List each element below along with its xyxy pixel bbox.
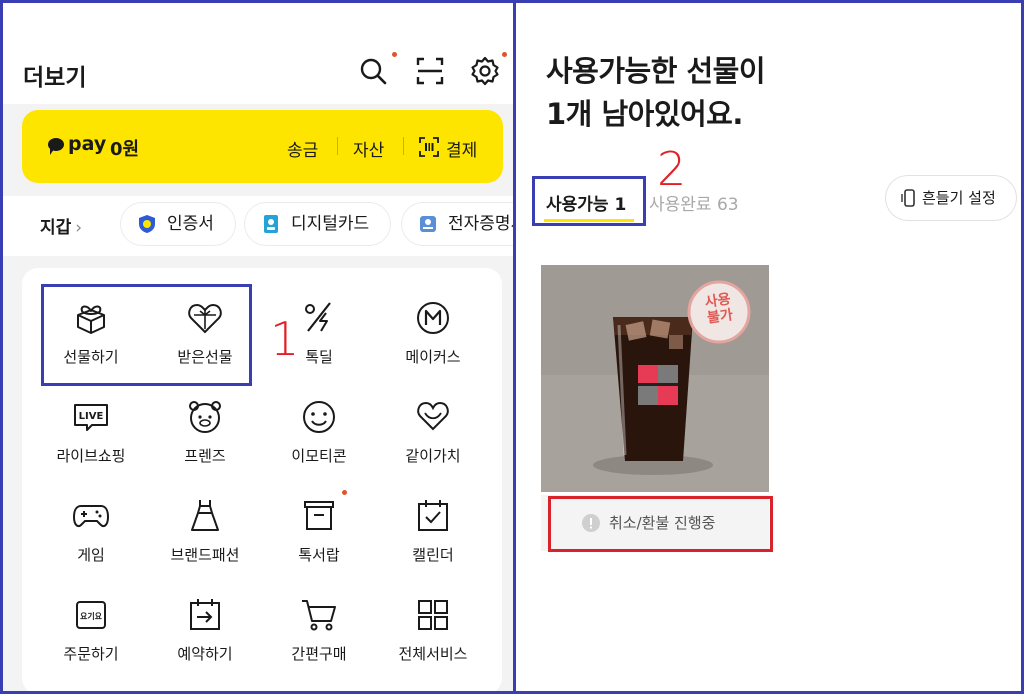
service-calendar[interactable]: 캘린더	[376, 497, 490, 587]
gift-box-panel: 사용가능한 선물이 1개 남아있어요. 사용가능 1 사용완료 63 2 흔들기…	[514, 0, 1024, 694]
service-live-shopping[interactable]: LIVE 라이브쇼핑	[34, 398, 148, 488]
pay-payment-button[interactable]: 결제	[446, 136, 477, 161]
services-grid: 선물하기 받은선물 톡딜 메이커스 LIVE 라이브쇼핑 프렌즈 이모티콘 같이…	[22, 268, 502, 694]
service-gift[interactable]: 선물하기	[34, 299, 148, 389]
calendar-icon	[418, 500, 448, 531]
search-new-dot	[392, 52, 397, 57]
service-easy-buy[interactable]: 간편구매	[262, 596, 376, 686]
talk-bubble-icon	[48, 138, 64, 155]
service-together-value[interactable]: 같이가치	[376, 398, 490, 488]
chip-e-certificate[interactable]: 전자증명서	[402, 203, 514, 245]
new-badge-dot	[342, 490, 347, 495]
shield-icon	[139, 215, 155, 233]
service-emoticon[interactable]: 이모티콘	[262, 398, 376, 488]
service-label: 주문하기	[63, 645, 119, 663]
wallet-label: 지갑	[40, 218, 72, 238]
chevron-right-icon: ›	[75, 218, 83, 238]
dress-icon	[191, 500, 219, 531]
gift-product-image[interactable]: 사용 불가	[541, 265, 769, 492]
service-label: 메이커스	[405, 348, 461, 366]
service-label: 브랜드패션	[170, 546, 240, 564]
pay-logo: pay	[48, 133, 106, 155]
tab-active-underline	[544, 219, 634, 222]
service-label: 게임	[77, 546, 105, 564]
service-talk-drawer[interactable]: 톡서랍	[262, 490, 376, 587]
svg-text:요기요: 요기요	[80, 611, 103, 621]
tab-available[interactable]: 사용가능 1	[546, 190, 626, 215]
settings-new-dot	[502, 52, 507, 57]
service-all-services[interactable]: 전체서비스	[376, 596, 490, 686]
smile-icon	[303, 401, 335, 433]
wallet-link[interactable]: 지갑 ›	[40, 213, 82, 238]
wallet-row: 지갑› 인증서 디지털카드 전자증명서	[0, 196, 514, 256]
service-received-gift[interactable]: 받은선물	[148, 299, 262, 389]
gamepad-icon	[72, 505, 110, 528]
grid-icon	[418, 600, 448, 630]
bear-icon	[189, 401, 221, 433]
service-friends[interactable]: 프렌즈	[148, 398, 262, 488]
headline-line-1: 사용가능한 선물이	[546, 54, 766, 88]
search-icon[interactable]	[357, 55, 389, 87]
annotation-number-1: 1	[270, 312, 300, 366]
gift-status-bar: 취소/환불 진행중	[541, 495, 769, 551]
pay-logo-text: pay	[68, 133, 107, 155]
gift-icon	[77, 305, 105, 334]
gear-icon[interactable]	[469, 55, 501, 87]
annotation-number-2: 2	[657, 142, 687, 196]
cart-icon	[302, 600, 336, 631]
service-label: 전체서비스	[398, 645, 468, 663]
drawer-icon	[304, 501, 334, 530]
pay-balance: 0원	[110, 139, 140, 160]
service-order[interactable]: 요기요 주문하기	[34, 596, 148, 686]
service-label: 예약하기	[177, 645, 233, 663]
id-card-icon	[264, 215, 278, 233]
more-panel: 더보기 pay 0원 송금 자산 결제 지갑 › 인증서 디지털카드 전자증명 …	[0, 0, 514, 694]
chip-certificate[interactable]: 인증서	[121, 203, 235, 245]
divider	[403, 137, 404, 155]
service-label: 이모티콘	[291, 447, 347, 465]
order-icon: 요기요	[76, 601, 106, 629]
kakaopay-banner[interactable]: pay 0원 송금 자산 결제	[22, 110, 503, 183]
more-header: 더보기	[0, 0, 514, 104]
makers-icon	[417, 302, 449, 334]
shake-setting-button[interactable]: 흔들기 설정	[886, 176, 1016, 220]
service-label: 받은선물	[177, 348, 233, 366]
service-label: 프렌즈	[184, 447, 226, 465]
gift-headline: 사용가능한 선물이 1개 남아있어요.	[546, 50, 766, 136]
service-label: 간편구매	[291, 645, 347, 663]
chip-label: 인증서	[167, 214, 214, 234]
live-icon: LIVE	[74, 404, 108, 431]
service-reserve[interactable]: 예약하기	[148, 596, 262, 686]
shake-setting-label: 흔들기 설정	[922, 189, 996, 207]
service-label: 같이가치	[405, 447, 461, 465]
chip-label: 전자증명서	[448, 214, 514, 234]
service-game[interactable]: 게임	[34, 497, 148, 587]
service-label: 톡서랍	[298, 546, 340, 564]
qr-scan-icon	[419, 137, 439, 157]
heart-icon	[417, 401, 449, 431]
service-label: 선물하기	[63, 348, 119, 366]
svg-text:LIVE: LIVE	[79, 411, 104, 422]
service-label: 캘린더	[412, 546, 454, 564]
scan-icon[interactable]	[414, 55, 446, 87]
service-makers[interactable]: 메이커스	[376, 299, 490, 389]
pay-transfer-button[interactable]: 송금	[287, 136, 318, 161]
chip-digital-card[interactable]: 디지털카드	[245, 203, 390, 245]
divider	[337, 137, 338, 155]
percent-icon	[305, 302, 331, 332]
service-label: 라이브쇼핑	[56, 447, 126, 465]
chip-label: 디지털카드	[291, 214, 370, 234]
page-title: 더보기	[23, 65, 87, 91]
status-text: 취소/환불 진행중	[609, 514, 716, 532]
reserve-icon	[190, 599, 220, 630]
phone-shake-icon	[900, 189, 918, 207]
headline-line-2: 1개 남아있어요.	[546, 97, 743, 131]
alert-icon	[582, 514, 600, 532]
pay-assets-button[interactable]: 자산	[353, 136, 384, 161]
document-icon	[420, 216, 436, 232]
received-gift-icon	[188, 303, 222, 334]
service-brand-fashion[interactable]: 브랜드패션	[148, 497, 262, 587]
